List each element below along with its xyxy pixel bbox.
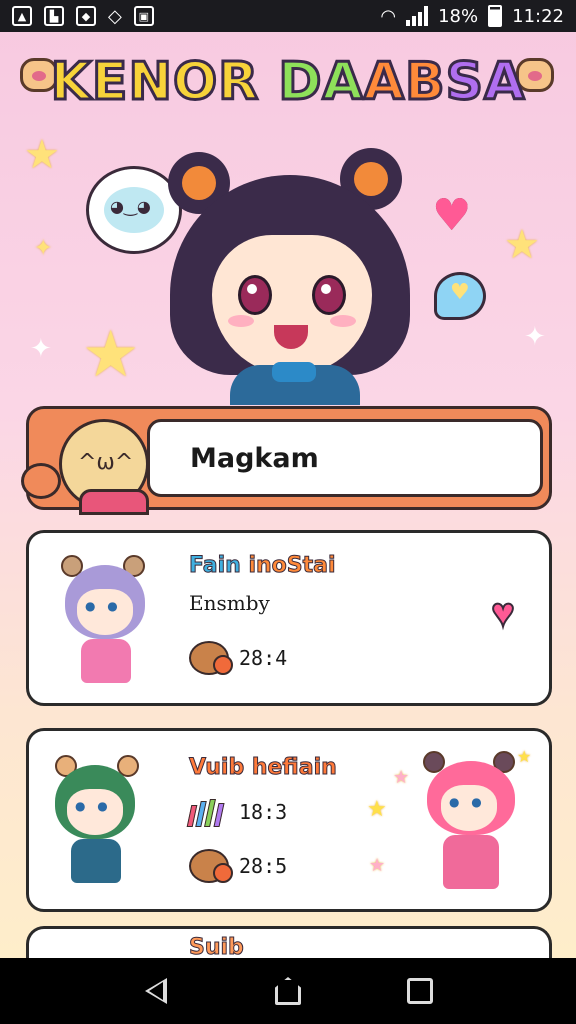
star-icon: ✦ xyxy=(34,236,53,261)
list-item[interactable]: Fain inoStai Ensmby 28:4 ♥ xyxy=(26,530,552,706)
chart-icon: ▙ xyxy=(44,6,64,26)
mascot-body xyxy=(79,489,149,515)
navigation-bar xyxy=(0,958,576,1024)
bear-icon xyxy=(189,849,233,883)
recent-apps-button[interactable] xyxy=(400,971,440,1011)
hero-eye xyxy=(312,275,346,315)
hero-blush xyxy=(228,315,254,327)
search-card[interactable]: Magkam xyxy=(21,406,552,515)
recent-apps-icon xyxy=(407,978,433,1004)
hero-mouth xyxy=(274,325,308,349)
home-icon xyxy=(275,977,301,1005)
hero-blush xyxy=(330,315,356,327)
bear-icon xyxy=(189,641,233,675)
home-button[interactable] xyxy=(268,971,308,1011)
gallery-icon: ▣ xyxy=(133,6,154,26)
stat-value: 28:5 xyxy=(239,854,288,878)
status-bar: ▲ ▙ ◆ ◇ ▣ ◠ 18% 11:22 xyxy=(0,0,576,32)
search-input[interactable]: Magkam xyxy=(147,419,543,497)
hero-eye xyxy=(238,275,272,315)
heart-bubble-icon xyxy=(434,272,486,320)
avatar xyxy=(47,755,143,895)
star-icon: ★ xyxy=(504,222,540,268)
item-name: Fain inoStai xyxy=(188,553,336,579)
image-icon: ▲ xyxy=(12,6,32,26)
stat-row: 18:3 xyxy=(186,797,288,827)
mascot-tail xyxy=(21,463,61,499)
stat-value: 18:3 xyxy=(239,800,288,824)
search-value: Magkam xyxy=(190,442,319,474)
signal-icon xyxy=(406,6,429,26)
star-icon: ★ xyxy=(367,797,387,822)
star-icon: ★ xyxy=(393,767,410,788)
wifi-cast-icon: ◇ xyxy=(108,5,122,27)
clock: 11:22 xyxy=(512,5,564,27)
battery-percent: 18% xyxy=(438,5,479,27)
hero-bow xyxy=(272,362,316,382)
wifi-icon: ◠ xyxy=(380,5,397,27)
favorite-heart-icon[interactable]: ♥ xyxy=(481,592,525,634)
item-subtitle: Ensmby xyxy=(189,591,270,615)
notification-icons: ▲ ▙ ◆ ◇ ▣ xyxy=(12,6,154,27)
app-title: KENOR DAABSA xyxy=(49,51,526,114)
stat-row: 28:5 xyxy=(189,849,287,883)
avatar xyxy=(409,751,529,891)
star-icon: ★ xyxy=(24,132,60,178)
list-item[interactable]: Vuib hefiain 18:3 28:5 ★ ★ ★ ★ xyxy=(26,728,552,912)
stat-row: 28:4 xyxy=(189,641,287,675)
app-icon: ◆ xyxy=(76,6,96,26)
item-name: Vuib hefiain xyxy=(189,755,338,781)
back-icon xyxy=(145,978,167,1004)
item-name: Suib xyxy=(189,935,245,961)
battery-icon xyxy=(488,5,503,27)
stat-value: 28:4 xyxy=(239,646,288,670)
sparkle-icon: ✦ xyxy=(524,322,546,352)
star-icon: ★ xyxy=(369,855,386,876)
books-icon xyxy=(186,797,229,827)
sparkle-icon: ✦ xyxy=(30,334,52,364)
hero-character xyxy=(140,140,440,405)
back-button[interactable] xyxy=(136,971,176,1011)
star-icon: ★ xyxy=(82,318,140,392)
avatar xyxy=(57,555,153,695)
star-icon: ★ xyxy=(517,747,532,766)
